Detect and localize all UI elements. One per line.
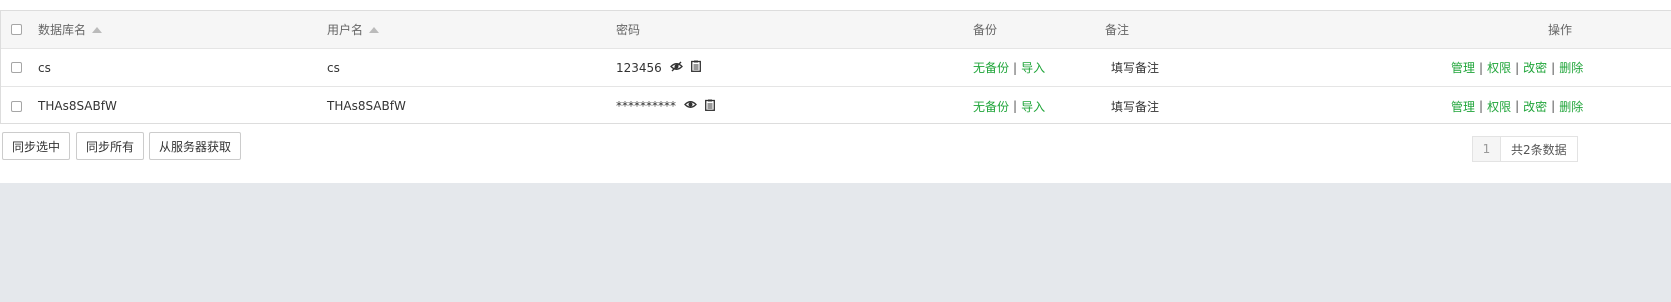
import-link[interactable]: 导入: [1021, 98, 1045, 115]
password-cell: **********: [616, 87, 715, 125]
separator: |: [1479, 60, 1484, 75]
header-actions-label: 操作: [1548, 23, 1573, 37]
backup-cell: 无备份 | 导入: [973, 87, 1045, 125]
manage-link[interactable]: 管理: [1451, 59, 1475, 76]
change-password-link[interactable]: 改密: [1523, 98, 1547, 115]
actions-cell: 管理 | 权限 | 改密 | 删除: [1451, 87, 1583, 125]
header-backup-label: 备份: [973, 23, 998, 37]
row-checkbox[interactable]: [11, 87, 22, 125]
db-name-cell: cs: [38, 60, 51, 75]
permission-link[interactable]: 权限: [1487, 98, 1511, 115]
password-cell: 123456: [616, 49, 701, 86]
change-password-link[interactable]: 改密: [1523, 59, 1547, 76]
total-count-label: 共2条数据: [1511, 142, 1567, 157]
header-backup: 备份: [973, 11, 997, 48]
eye-slash-icon[interactable]: [669, 61, 683, 75]
backup-cell: 无备份 | 导入: [973, 49, 1045, 86]
no-backup-link[interactable]: 无备份: [973, 59, 1009, 76]
header-password: 密码: [616, 11, 640, 48]
pagination: 1 共2条数据: [1472, 136, 1578, 162]
header-actions: 操作: [1548, 11, 1572, 48]
header-username[interactable]: 用户名: [327, 11, 380, 48]
sync-selected-button[interactable]: 同步选中: [2, 132, 71, 160]
sync-all-button[interactable]: 同步所有: [76, 132, 145, 160]
table-header: 数据库名 用户名 密码 备份 备注 操作: [1, 11, 1671, 49]
header-note: 备注: [1105, 11, 1129, 48]
table-row: cs cs 123456 无备份 | 导入 填写备注 管理 | 权限 | 改密 | 删…: [1, 49, 1671, 87]
password-value: **********: [616, 99, 676, 113]
page-number-button[interactable]: 1: [1473, 137, 1501, 161]
sort-up-icon[interactable]: [92, 26, 103, 33]
select-all-checkbox[interactable]: [11, 11, 22, 48]
database-table: 数据库名 用户名 密码 备份 备注 操作 cs cs 123456 无备份 | …: [0, 10, 1671, 124]
separator: |: [1515, 99, 1520, 113]
header-db-name[interactable]: 数据库名: [38, 11, 103, 48]
note-input[interactable]: 填写备注: [1111, 87, 1159, 125]
username-cell: THAs8SABfW: [327, 99, 406, 113]
sort-up-icon[interactable]: [369, 26, 380, 33]
header-password-label: 密码: [616, 23, 641, 37]
username-cell: cs: [327, 60, 340, 75]
separator: |: [1013, 60, 1018, 75]
actions-cell: 管理 | 权限 | 改密 | 删除: [1451, 49, 1583, 86]
password-value: 123456: [616, 60, 662, 75]
import-link[interactable]: 导入: [1021, 59, 1045, 76]
footer-background: [0, 183, 1671, 302]
separator: |: [1013, 99, 1018, 113]
table-row: THAs8SABfW THAs8SABfW ********** 无备份 | 导…: [1, 87, 1671, 125]
eye-icon[interactable]: [684, 99, 697, 113]
header-db-name-label: 数据库名: [38, 23, 87, 37]
header-note-label: 备注: [1105, 23, 1130, 37]
separator: |: [1551, 60, 1556, 75]
note-input[interactable]: 填写备注: [1111, 49, 1159, 86]
separator: |: [1479, 99, 1484, 113]
delete-link[interactable]: 删除: [1559, 98, 1583, 115]
db-name-cell: THAs8SABfW: [38, 99, 117, 113]
fetch-from-server-button[interactable]: 从服务器获取: [149, 132, 242, 160]
separator: |: [1551, 99, 1556, 113]
row-checkbox[interactable]: [11, 49, 22, 86]
header-username-label: 用户名: [327, 23, 364, 37]
manage-link[interactable]: 管理: [1451, 98, 1475, 115]
no-backup-link[interactable]: 无备份: [973, 98, 1009, 115]
delete-link[interactable]: 删除: [1559, 59, 1583, 76]
copy-icon[interactable]: [690, 60, 701, 75]
copy-icon[interactable]: [705, 99, 715, 114]
separator: |: [1515, 60, 1520, 75]
permission-link[interactable]: 权限: [1487, 59, 1511, 76]
